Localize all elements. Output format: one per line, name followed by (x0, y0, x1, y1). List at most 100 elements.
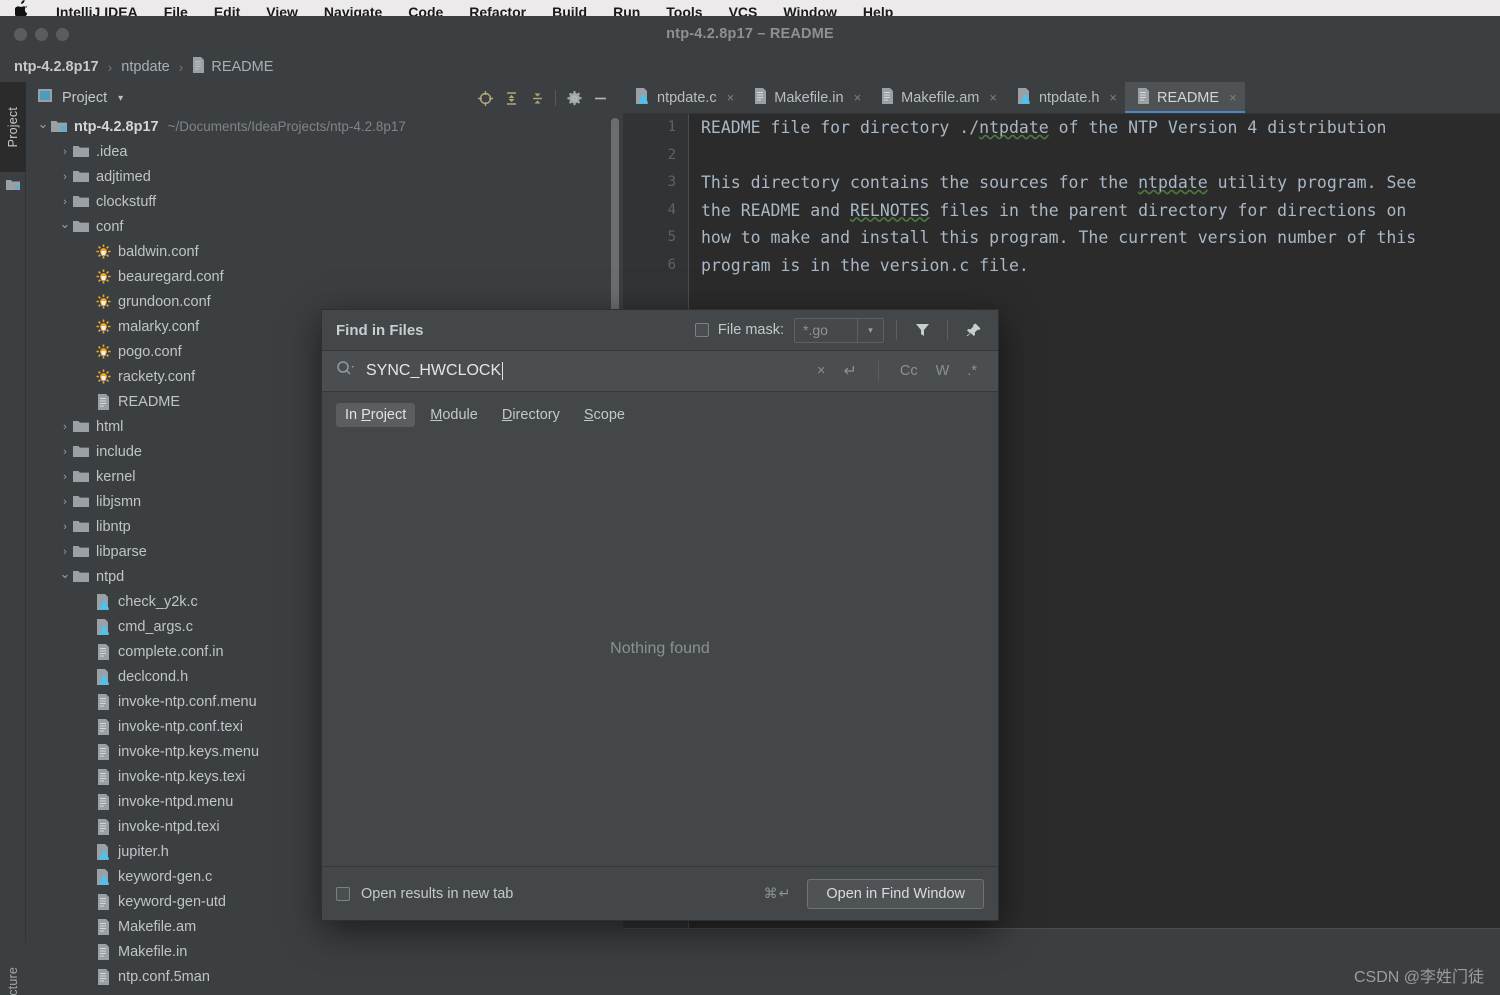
newline-search-icon[interactable]: ↵ (835, 361, 866, 381)
chevron-right-icon[interactable]: › (58, 471, 72, 483)
editor-tab-label: README (1157, 89, 1220, 106)
menu-item-file[interactable]: File (151, 5, 201, 16)
find-scope-selector[interactable]: In Project Module Directory Scope (322, 392, 998, 432)
menu-item-vcs[interactable]: VCS (716, 5, 771, 16)
editor-tab-bar[interactable]: ntpdate.c × Makefile.in × Makefile.am × ntpdat… (623, 82, 1500, 114)
tree-item-label: libntp (96, 518, 131, 535)
tree-item--idea[interactable]: › .idea (26, 139, 623, 164)
chevron-right-icon[interactable]: › (58, 196, 72, 208)
menu-item-refactor[interactable]: Refactor (456, 5, 539, 16)
hide-panel-icon[interactable] (587, 87, 613, 109)
window-title: ntp-4.2.8p17 – README (666, 26, 834, 42)
chevron-right-icon[interactable]: › (58, 171, 72, 183)
pin-icon[interactable] (960, 322, 986, 339)
close-tab-icon[interactable]: × (1229, 90, 1237, 105)
chevron-right-icon[interactable]: › (58, 146, 72, 158)
editor-tab-ntpdate-h[interactable]: ntpdate.h × (1005, 82, 1125, 113)
breadcrumb-item-project[interactable]: ntp-4.2.8p17 (14, 59, 99, 75)
editor-tab-readme[interactable]: README × (1125, 82, 1245, 113)
expand-all-icon[interactable] (498, 87, 524, 109)
tree-item-baldwin-conf[interactable]: baldwin.conf (26, 239, 623, 264)
scope-module[interactable]: Module (421, 403, 487, 427)
search-icon[interactable] (336, 360, 355, 382)
chevron-right-icon[interactable]: › (58, 446, 72, 458)
apple-logo-icon[interactable] (14, 0, 29, 16)
menu-item-edit[interactable]: Edit (201, 5, 253, 16)
menu-item-window[interactable]: Window (770, 5, 850, 16)
menu-item-code[interactable]: Code (395, 5, 456, 16)
open-in-new-tab-checkbox[interactable] (336, 886, 350, 901)
breadcrumb-item-readme[interactable]: README (192, 57, 273, 77)
tree-item-clockstuff[interactable]: › clockstuff (26, 189, 623, 214)
tree-item-label: beauregard.conf (118, 268, 224, 285)
code-line-6: program is in the version.c file. (701, 255, 1029, 275)
menu-item-run[interactable]: Run (600, 5, 653, 16)
tree-item-beauregard-conf[interactable]: beauregard.conf (26, 264, 623, 289)
chevron-down-icon[interactable]: ⌄ (58, 566, 72, 582)
project-panel-title: Project (62, 90, 108, 106)
tool-window-tab-structure[interactable]: Structure (0, 943, 26, 995)
match-case-toggle[interactable]: Cc (891, 363, 927, 379)
tree-item-adjtimed[interactable]: › adjtimed (26, 164, 623, 189)
line-number: 3 (667, 174, 676, 190)
close-tab-icon[interactable]: × (989, 90, 997, 105)
tree-item-label: complete.conf.in (118, 643, 224, 660)
tree-item-makefile-in[interactable]: Makefile.in (26, 939, 623, 964)
watermark-text: CSDN @李姓门徒 (1353, 969, 1484, 986)
file-mask-checkbox[interactable] (694, 323, 709, 337)
menu-item-tools[interactable]: Tools (653, 5, 715, 16)
scope-directory[interactable]: Directory (493, 403, 569, 427)
editor-tab-makefile-am[interactable]: Makefile.am × (869, 82, 1005, 113)
close-tab-icon[interactable]: × (727, 90, 735, 105)
chevron-down-icon[interactable]: ▾ (857, 318, 883, 342)
tree-item-ntp-conf-5man[interactable]: ntp.conf.5man (26, 964, 623, 989)
tree-item-path: ~/Documents/IdeaProjects/ntp-4.2.8p17 (167, 119, 406, 134)
close-tab-icon[interactable]: × (1109, 90, 1117, 105)
collapse-all-icon[interactable] (524, 87, 550, 109)
menu-item-navigate[interactable]: Navigate (311, 5, 395, 16)
locate-target-icon[interactable] (472, 87, 498, 109)
breadcrumb-item-ntpdate[interactable]: ntpdate (121, 59, 169, 75)
chevron-right-icon[interactable]: › (58, 521, 72, 533)
find-in-files-dialog[interactable]: Find in Files File mask: *.go ▾ SYNC_HWC… (321, 309, 999, 921)
menu-item-help[interactable]: Help (850, 5, 906, 16)
clear-search-icon[interactable]: × (808, 363, 834, 379)
chevron-down-icon[interactable]: ▾ (118, 93, 123, 104)
find-search-input[interactable]: SYNC_HWCLOCK (366, 362, 808, 380)
gear-icon[interactable] (561, 87, 587, 109)
code-line-5: how to make and install this program. Th… (701, 228, 1417, 247)
editor-tab-makefile-in[interactable]: Makefile.in × (742, 82, 869, 113)
tree-item-ntp-4-2-8p17[interactable]: ⌄ ntp-4.2.8p17 ~/Documents/IdeaProjects/nt… (26, 114, 623, 139)
filter-icon[interactable] (909, 322, 935, 339)
tree-item-conf[interactable]: ⌄ conf (26, 214, 623, 239)
find-search-row[interactable]: SYNC_HWCLOCK × ↵ Cc W .* (322, 351, 998, 392)
file-mask-combobox[interactable]: *.go ▾ (794, 317, 884, 343)
ide-window: ntp-4.2.8p17 – README ntp-4.2.8p17 › ntp… (0, 16, 1500, 995)
scope-in-project[interactable]: In Project (336, 403, 416, 427)
tree-item-label: ntp.conf.5man (118, 968, 210, 985)
macos-menu-bar[interactable]: IntelliJ IDEA File Edit View Navigate Co… (0, 0, 1500, 16)
scope-scope[interactable]: Scope (575, 403, 634, 427)
regex-toggle[interactable]: .* (958, 363, 986, 379)
chevron-right-icon[interactable]: › (58, 496, 72, 508)
menu-item-view[interactable]: View (253, 5, 311, 16)
menu-item-build[interactable]: Build (539, 5, 600, 16)
tree-item-label: ntp-4.2.8p17 (74, 118, 159, 135)
find-dialog-footer: Open results in new tab ⌘↵ Open in Find … (322, 866, 998, 920)
open-in-find-window-button[interactable]: Open in Find Window (807, 878, 984, 909)
close-tab-icon[interactable]: × (854, 90, 862, 105)
file-mask-value[interactable]: *.go (795, 318, 857, 342)
folder-icon (72, 420, 90, 433)
chevron-right-icon[interactable]: › (58, 546, 72, 558)
whole-words-toggle[interactable]: W (927, 363, 959, 379)
tool-window-tab-project[interactable]: Project (0, 82, 26, 172)
menu-item-intellij[interactable]: IntelliJ IDEA (43, 5, 151, 16)
editor-tab-ntpdate-c[interactable]: ntpdate.c × (623, 82, 742, 113)
chevron-right-icon[interactable]: › (58, 421, 72, 433)
chevron-down-icon[interactable]: ⌄ (58, 216, 72, 232)
chevron-down-icon[interactable]: ⌄ (36, 116, 50, 132)
